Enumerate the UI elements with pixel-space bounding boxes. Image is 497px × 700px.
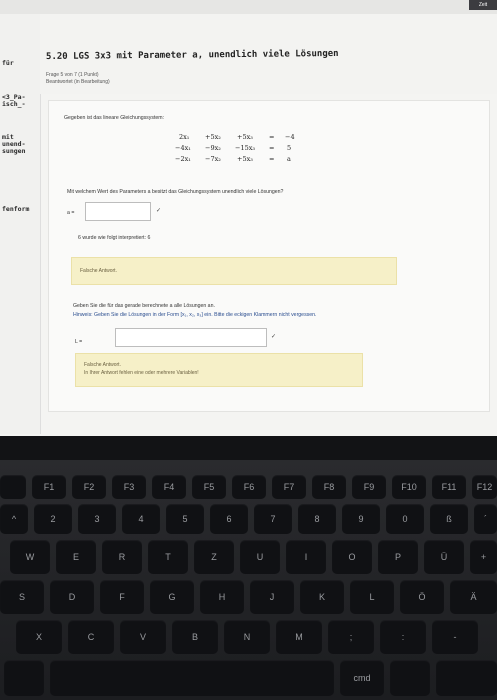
- key-d[interactable]: D: [50, 580, 94, 614]
- feedback-text: Falsche Antwort.: [80, 268, 117, 274]
- keyboard: F1 F2 F3 F4 F5 F6 F7 F8 F9 F10 F11 F12 ^…: [0, 460, 497, 700]
- key-r[interactable]: R: [102, 540, 142, 574]
- key-s[interactable]: S: [0, 580, 44, 614]
- key[interactable]: ^: [0, 504, 28, 534]
- key-ue[interactable]: Ü: [424, 540, 464, 574]
- question-title: 5.20 LGS 3x3 mit Parameter a, unendlich …: [45, 48, 339, 62]
- key-f7[interactable]: F7: [272, 475, 306, 499]
- key[interactable]: [4, 660, 44, 696]
- question-2-text: Geben Sie die für das gerade berechnete …: [73, 303, 215, 309]
- equation-row: −4x₁ −9x₂ −15x₃ = 5: [175, 144, 292, 152]
- key-cmd[interactable]: cmd: [340, 660, 384, 696]
- key-i[interactable]: I: [286, 540, 326, 574]
- laptop-screen: Zeit für <3_Pa- isch_- mit unend- sungen…: [0, 0, 497, 436]
- key-f8[interactable]: F8: [312, 475, 346, 499]
- key[interactable]: 2: [34, 504, 72, 534]
- sidebar-item-3[interactable]: mit unend- sungen: [2, 134, 25, 155]
- l-label: L =: [75, 339, 83, 345]
- key-f[interactable]: F: [100, 580, 144, 614]
- system-intro: Gegeben ist das lineare Gleichungssystem…: [64, 115, 165, 121]
- key-t[interactable]: T: [148, 540, 188, 574]
- key-c[interactable]: C: [68, 620, 114, 654]
- key[interactable]: [390, 660, 430, 696]
- screen-bezel: [0, 436, 497, 460]
- key[interactable]: ´: [474, 504, 497, 534]
- check-answer-a-icon[interactable]: ✓: [156, 207, 161, 214]
- key-o[interactable]: O: [332, 540, 372, 574]
- key-f5[interactable]: F5: [192, 475, 226, 499]
- key-p[interactable]: P: [378, 540, 418, 574]
- l-answer-input[interactable]: [115, 328, 267, 347]
- key-w[interactable]: W: [10, 540, 50, 574]
- equation-row: 2x₁ +5x₂ +5x₃ = −4: [179, 133, 295, 141]
- feedback-detail: In Ihrer Antwort fehlen eine oder mehrer…: [84, 370, 199, 376]
- question-sidebar: für <3_Pa- isch_- mit unend- sungen fenf…: [0, 14, 41, 434]
- key-b[interactable]: B: [172, 620, 218, 654]
- key-f2[interactable]: F2: [72, 475, 106, 499]
- check-answer-l-icon[interactable]: ✓: [271, 333, 276, 340]
- a-answer-input[interactable]: [85, 202, 151, 221]
- key-f10[interactable]: F10: [392, 475, 426, 499]
- key-f11[interactable]: F11: [432, 475, 466, 499]
- key[interactable]: ß: [430, 504, 468, 534]
- interpretation-text: 6 wurde wie folgt interpretiert: 6: [78, 235, 151, 241]
- key-f4[interactable]: F4: [152, 475, 186, 499]
- key-l[interactable]: L: [350, 580, 394, 614]
- key-v[interactable]: V: [120, 620, 166, 654]
- feedback-box-2: Falsche Antwort. In Ihrer Antwort fehlen…: [75, 353, 363, 387]
- sidebar-item-1[interactable]: für: [2, 60, 14, 67]
- key-f12[interactable]: F12: [472, 475, 497, 499]
- key-f1[interactable]: F1: [32, 475, 66, 499]
- key-f9[interactable]: F9: [352, 475, 386, 499]
- key[interactable]: [0, 475, 26, 499]
- key[interactable]: 5: [166, 504, 204, 534]
- key-f3[interactable]: F3: [112, 475, 146, 499]
- key[interactable]: 0: [386, 504, 424, 534]
- a-label: a =: [67, 210, 75, 216]
- question-status: Beantwortet (in Bearbeitung): [46, 79, 110, 85]
- key-x[interactable]: X: [16, 620, 62, 654]
- equation-system: 2x₁ +5x₂ +5x₃ = −4 −4x₁ −9x₂ −15x₃ = 5 −…: [175, 131, 295, 171]
- key-space[interactable]: [50, 660, 334, 696]
- key-g[interactable]: G: [150, 580, 194, 614]
- question-progress: Frage 5 von 7 (1 Punkt): [46, 72, 99, 78]
- feedback-box-1: Falsche Antwort.: [71, 257, 397, 285]
- question-1-text: Mit welchem Wert des Parameters a besitz…: [67, 189, 284, 195]
- key[interactable]: 4: [122, 504, 160, 534]
- sidebar-item-4[interactable]: fenform: [2, 206, 29, 213]
- key[interactable]: 6: [210, 504, 248, 534]
- feedback-text: Falsche Antwort.: [84, 362, 121, 368]
- key-n[interactable]: N: [224, 620, 270, 654]
- key-h[interactable]: H: [200, 580, 244, 614]
- key-u[interactable]: U: [240, 540, 280, 574]
- key[interactable]: [436, 660, 497, 696]
- key[interactable]: 8: [298, 504, 336, 534]
- question-body: Gegeben ist das lineare Gleichungssystem…: [48, 100, 490, 412]
- question-header: 5.20 LGS 3x3 mit Parameter a, unendlich …: [40, 14, 497, 94]
- key-j[interactable]: J: [250, 580, 294, 614]
- key-k[interactable]: K: [300, 580, 344, 614]
- key-m[interactable]: M: [276, 620, 322, 654]
- equation-row: −2x₁ −7x₂ +5x₃ = a: [175, 155, 291, 163]
- key-e[interactable]: E: [56, 540, 96, 574]
- key-period[interactable]: :: [380, 620, 426, 654]
- sidebar-item-2[interactable]: <3_Pa- isch_-: [2, 94, 25, 108]
- key-minus[interactable]: -: [432, 620, 478, 654]
- key-z[interactable]: Z: [194, 540, 234, 574]
- key-f6[interactable]: F6: [232, 475, 266, 499]
- timer-badge: Zeit: [469, 0, 497, 10]
- key-comma[interactable]: ;: [328, 620, 374, 654]
- hint-text: Hinweis: Geben Sie die Lösungen in der F…: [73, 312, 317, 318]
- key-plus[interactable]: +: [470, 540, 497, 574]
- key-oe[interactable]: Ö: [400, 580, 444, 614]
- key[interactable]: 3: [78, 504, 116, 534]
- key[interactable]: 7: [254, 504, 292, 534]
- key[interactable]: 9: [342, 504, 380, 534]
- key-ae[interactable]: Ä: [450, 580, 497, 614]
- browser-top-bar: Zeit: [0, 0, 497, 14]
